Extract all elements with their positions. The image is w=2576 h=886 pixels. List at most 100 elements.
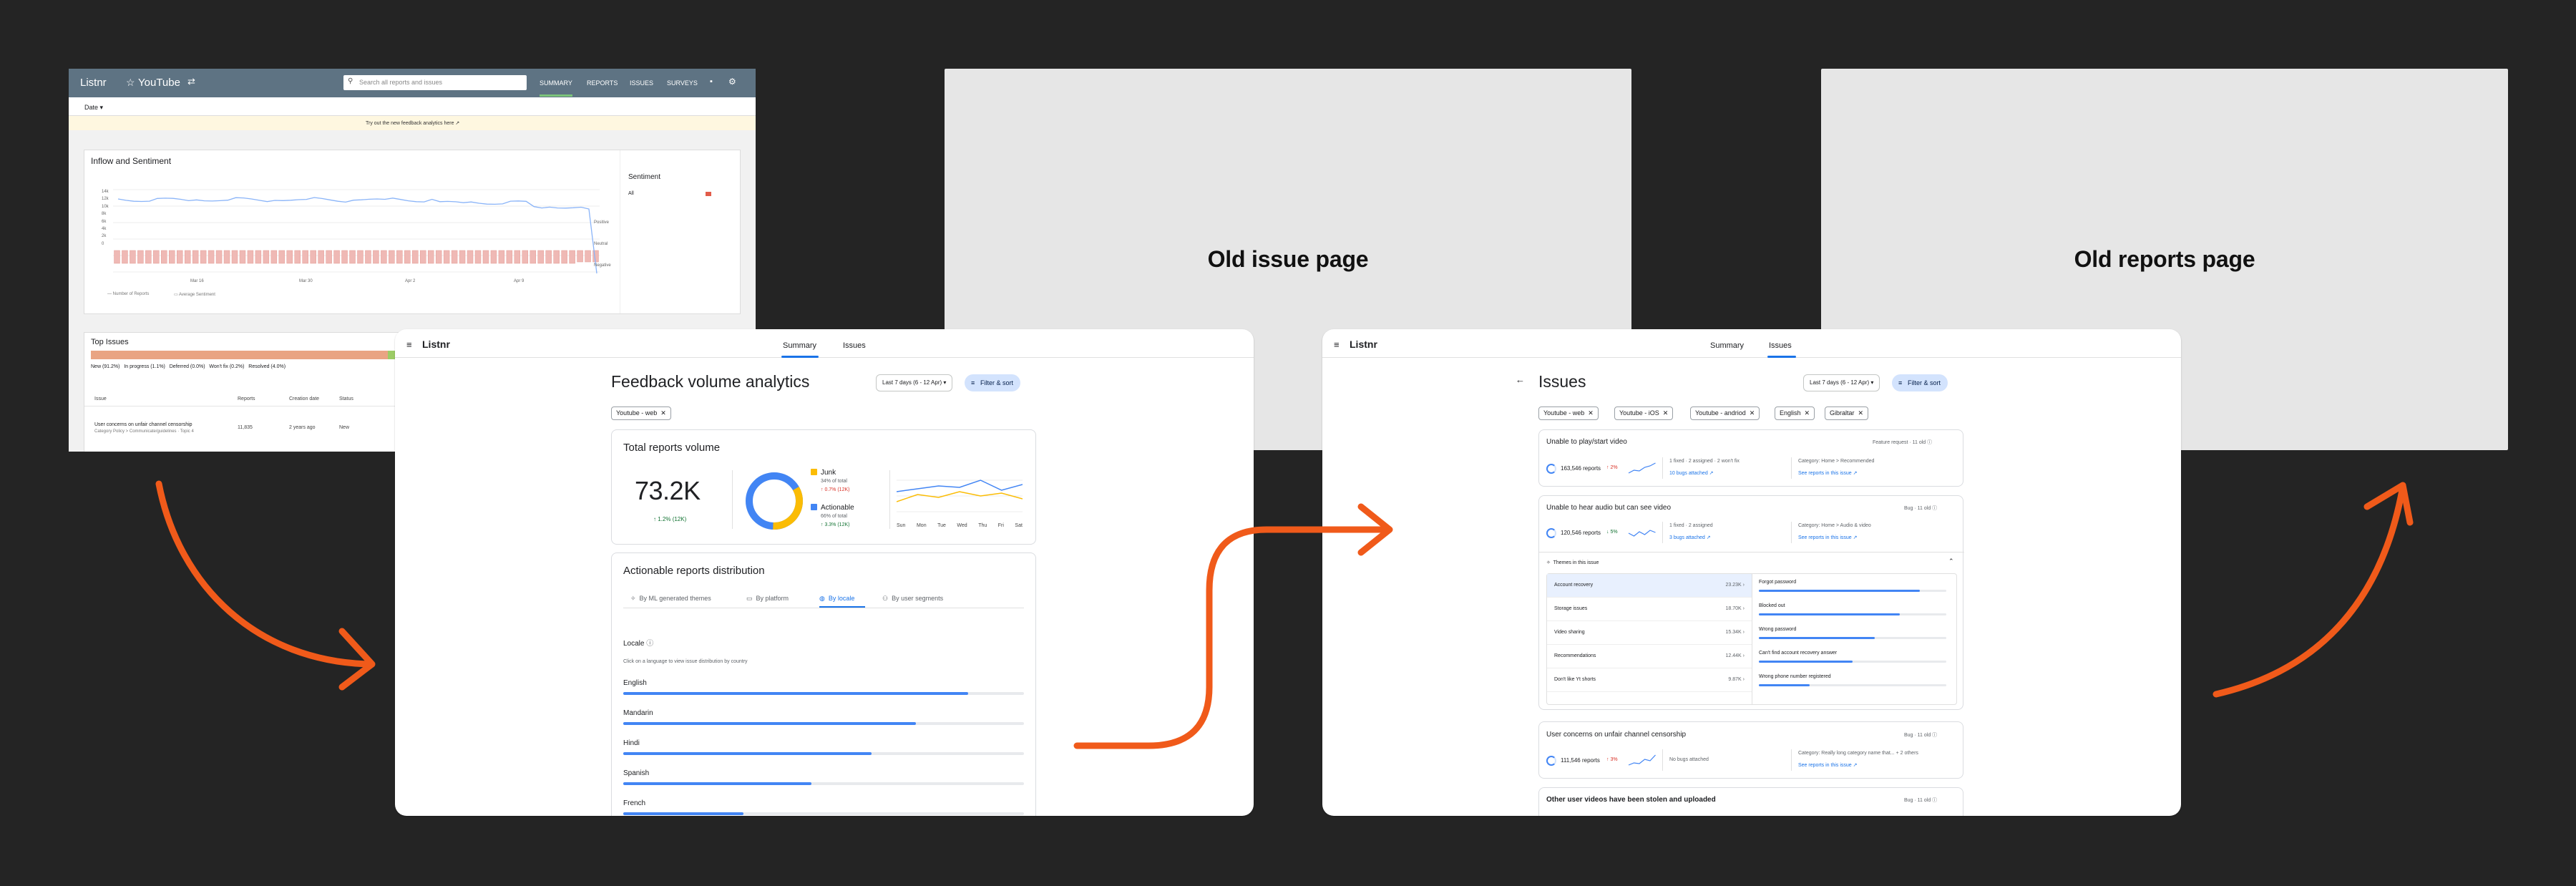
star-icon[interactable]: ☆ bbox=[126, 77, 135, 89]
filter-chip[interactable]: Youtube - andriod ✕ bbox=[1690, 407, 1760, 420]
locale-bar-fill bbox=[623, 782, 812, 785]
sub-theme-name: Wrong phone number registered bbox=[1759, 674, 1831, 679]
locale-name: Hindi bbox=[623, 739, 640, 747]
platform-chip[interactable]: Youtube - web ✕ bbox=[611, 407, 671, 420]
filter-chip[interactable]: Gibraltar ✕ bbox=[1825, 407, 1869, 420]
see-reports-link[interactable]: See reports in this issue ↗ bbox=[1798, 762, 1858, 768]
locale-row[interactable]: Mandarin bbox=[623, 709, 1024, 731]
old-sentiment-swatch bbox=[706, 192, 711, 196]
sub-theme-fill bbox=[1759, 637, 1875, 639]
filter-sort-button[interactable]: ≡ Filter & sort bbox=[965, 374, 1021, 391]
issue-title: Other user videos have been stolen and u… bbox=[1546, 796, 1716, 804]
see-reports-link[interactable]: See reports in this issue ↗ bbox=[1798, 535, 1858, 540]
locale-row[interactable]: Hindi bbox=[623, 739, 1024, 761]
divider bbox=[1791, 749, 1792, 771]
issue-reports: 111,546 reports bbox=[1561, 757, 1600, 764]
tab-summary[interactable]: Summary bbox=[1710, 341, 1744, 350]
filter-chip[interactable]: Youtube - iOS ✕ bbox=[1614, 407, 1674, 420]
issue-sparkline bbox=[1628, 530, 1656, 537]
locale-name: Mandarin bbox=[623, 709, 653, 717]
old-row-reports: 11,835 bbox=[238, 425, 253, 430]
feedback-title: Feedback volume analytics bbox=[611, 372, 810, 391]
sub-theme-name: Blocked out bbox=[1759, 603, 1785, 608]
actionable-swatch bbox=[811, 504, 817, 510]
issue-type: Feature request · 11 old ⓘ bbox=[1873, 440, 1933, 445]
theme-name: Recommendations bbox=[1554, 653, 1596, 658]
tab-issues[interactable]: Issues bbox=[1769, 341, 1792, 350]
locale-row[interactable]: Spanish bbox=[623, 769, 1024, 791]
theme-row[interactable]: Video sharing 15.34K › bbox=[1547, 621, 1752, 645]
old-search-input[interactable]: ⚲ Search all reports and issues bbox=[343, 75, 527, 90]
dist-tab-locale[interactable]: ◍ By locale bbox=[819, 595, 854, 603]
dist-tab-themes[interactable]: ✧ By ML generated themes bbox=[630, 595, 711, 603]
old-date-filter[interactable]: Date ▾ bbox=[84, 104, 103, 112]
see-reports-link[interactable]: See reports in this issue ↗ bbox=[1798, 470, 1858, 476]
issue-card[interactable]: Unable to play/start video Feature reque… bbox=[1538, 429, 1963, 487]
themes-header[interactable]: ✧ Themes in this issue bbox=[1546, 560, 1599, 565]
back-arrow-icon[interactable]: ← bbox=[1516, 374, 1525, 385]
old-nav-surveys[interactable]: SURVEYS bbox=[667, 79, 698, 87]
sub-theme-row[interactable]: Blocked out bbox=[1759, 603, 1951, 623]
locale-row[interactable]: French bbox=[623, 799, 1024, 816]
issue-title: Unable to hear audio but can see video bbox=[1546, 504, 1672, 512]
gear-icon[interactable]: ⚙ bbox=[728, 77, 736, 87]
locale-hint: Click on a language to view issue distri… bbox=[623, 659, 748, 664]
sub-theme-row[interactable]: Forgot password bbox=[1759, 580, 1951, 600]
issue-title: Unable to play/start video bbox=[1546, 438, 1627, 446]
issue-delta: ↑ 2% bbox=[1606, 465, 1618, 470]
filter-sort-button[interactable]: ≡ Filter & sort bbox=[1892, 374, 1948, 391]
locale-row[interactable]: English bbox=[623, 679, 1024, 701]
issue-sparkline bbox=[1628, 462, 1656, 474]
theme-row[interactable]: Recommendations 12.44K › bbox=[1547, 645, 1752, 668]
sub-theme-row[interactable]: Can't find account recovery answer bbox=[1759, 651, 1951, 671]
sparkle-icon: ✧ bbox=[1546, 560, 1551, 565]
actionable-pct: 66% of total bbox=[821, 514, 847, 519]
theme-count: 12.44K › bbox=[1725, 653, 1745, 658]
sub-theme-row[interactable]: Wrong phone number registered bbox=[1759, 674, 1951, 694]
theme-row[interactable]: Account recovery 23.23K › bbox=[1547, 574, 1752, 598]
menu-icon[interactable]: ≡ bbox=[406, 339, 412, 350]
old-table-row[interactable]: User concerns on unfair channel censorsh… bbox=[94, 422, 381, 439]
old-nav-issues[interactable]: ISSUES bbox=[630, 79, 653, 87]
old-inflow-chart bbox=[113, 189, 600, 274]
date-range-select[interactable]: Last 7 days (6 - 12 Apr) ▾ bbox=[1803, 374, 1880, 391]
locale-bar-track bbox=[623, 692, 1024, 695]
junk-delta: ↑ 0.7% (12K) bbox=[821, 487, 850, 492]
old-th-date: Creation date bbox=[289, 396, 320, 401]
feedback-icon[interactable]: ▪ bbox=[710, 77, 713, 86]
sub-theme-track bbox=[1759, 613, 1946, 615]
total-title: Total reports volume bbox=[623, 442, 721, 454]
old-nav-summary[interactable]: SUMMARY bbox=[540, 79, 572, 87]
issue-bugs-link[interactable]: 3 bugs attached ↗ bbox=[1669, 535, 1711, 540]
issue-card-expanded[interactable]: Unable to hear audio but can see video B… bbox=[1538, 495, 1964, 710]
issue-card[interactable]: Other user videos have been stolen and u… bbox=[1538, 787, 1963, 816]
sub-theme-row[interactable]: Wrong password bbox=[1759, 627, 1951, 647]
dist-tab-segments[interactable]: ⚇ By user segments bbox=[882, 595, 943, 603]
issue-bugs-link[interactable]: 10 bugs attached ↗ bbox=[1669, 470, 1714, 476]
filter-chip[interactable]: English ✕ bbox=[1775, 407, 1815, 420]
tab-issues[interactable]: Issues bbox=[843, 341, 866, 350]
old-banner-text[interactable]: Try out the new feedback analytics here … bbox=[366, 120, 459, 126]
menu-icon[interactable]: ≡ bbox=[1334, 339, 1340, 350]
feedback-app-bar: ≡ Listnr Summary Issues bbox=[395, 329, 1254, 358]
old-nav-reports[interactable]: REPORTS bbox=[587, 79, 618, 87]
tab-summary[interactable]: Summary bbox=[783, 341, 816, 350]
dist-tab-platform[interactable]: ▭ By platform bbox=[746, 595, 789, 603]
actionable-label: Actionable bbox=[821, 504, 854, 512]
filter-chip[interactable]: Youtube - web ✕ bbox=[1538, 407, 1599, 420]
old-x-tick: Apr 2 bbox=[405, 279, 416, 283]
chevron-up-icon[interactable]: ⌃ bbox=[1948, 558, 1954, 565]
sub-theme-name: Forgot password bbox=[1759, 580, 1797, 585]
theme-row[interactable]: Don't like Yt shorts 9.87K › bbox=[1547, 668, 1752, 692]
old-search-placeholder: Search all reports and issues bbox=[359, 79, 443, 86]
issue-delta: ↓ 5% bbox=[1606, 530, 1618, 535]
swap-icon[interactable]: ⇄ bbox=[187, 76, 195, 87]
sub-theme-fill bbox=[1759, 613, 1900, 615]
weekly-trend-chart bbox=[897, 479, 1023, 512]
feedback-brand: Listnr bbox=[422, 339, 450, 350]
old-y-ticks: 14k 12k 10k 8k 6k 4k 2k 0 bbox=[102, 190, 109, 246]
theme-row[interactable]: Storage issues 18.70K › bbox=[1547, 598, 1752, 621]
old-issue-label: Old issue page bbox=[1207, 246, 1369, 272]
issue-card[interactable]: User concerns on unfair channel censorsh… bbox=[1538, 721, 1963, 779]
date-range-select[interactable]: Last 7 days (6 - 12 Apr) ▾ bbox=[876, 374, 953, 391]
